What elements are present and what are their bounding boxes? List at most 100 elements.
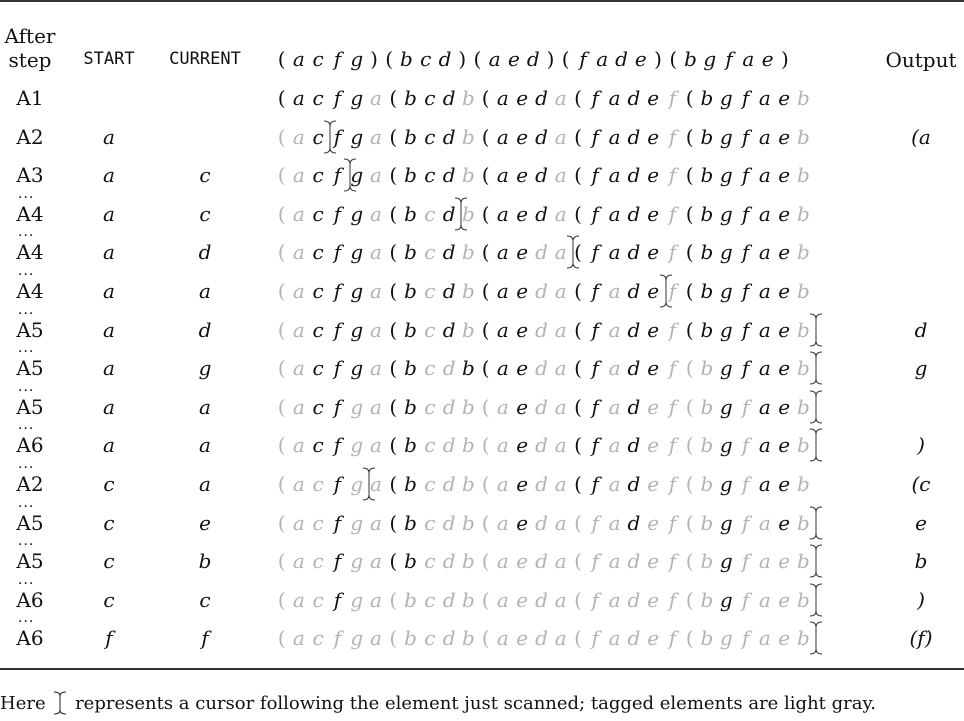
tagged-element: a: [554, 549, 567, 574]
element: b: [404, 394, 417, 419]
paren: (: [277, 124, 286, 149]
element: a: [608, 163, 621, 188]
element: d: [627, 356, 641, 381]
tagged-element: a: [292, 279, 305, 303]
element: d: [627, 86, 641, 110]
tagged-element: e: [778, 587, 791, 612]
step-cell: A5: [16, 356, 44, 381]
element: f: [333, 240, 342, 265]
element: f: [591, 163, 599, 188]
tagged-element: e: [516, 549, 529, 574]
element: c: [424, 124, 436, 149]
tagged-element: a: [554, 317, 567, 342]
element: d: [535, 86, 548, 110]
continuation-dots: ···: [18, 382, 35, 399]
tagged-element: f: [668, 240, 677, 265]
paren: (: [277, 163, 286, 188]
continuation-dots: ···: [18, 189, 35, 206]
current-cell: d: [198, 240, 212, 265]
element: a: [608, 124, 621, 149]
element: f: [333, 433, 342, 458]
tagged-element: d: [535, 240, 548, 265]
tagged-element: a: [370, 510, 382, 535]
paren: (: [277, 317, 286, 342]
tagged-element: d: [627, 626, 641, 651]
tagged-element: f: [668, 124, 677, 149]
step-cell: A6: [16, 433, 44, 458]
element: f: [591, 124, 599, 149]
output-cell: (c: [911, 472, 931, 496]
paren: (: [574, 626, 582, 651]
paren: (: [481, 433, 490, 458]
element: d: [627, 124, 641, 149]
tagged-element: a: [292, 124, 305, 149]
tagged-element: f: [668, 587, 677, 612]
start-cell: a: [103, 279, 115, 303]
tagged-element: c: [424, 472, 436, 496]
element: f: [741, 201, 750, 226]
element: e: [778, 472, 791, 496]
element: a: [496, 317, 509, 342]
tagged-element: b: [797, 201, 810, 226]
tagged-element: a: [758, 510, 771, 535]
tagged-element: a: [554, 356, 567, 381]
element: b: [404, 86, 417, 110]
element: g: [719, 356, 733, 381]
paren: (: [389, 510, 398, 535]
tagged-element: c: [424, 626, 436, 651]
paren: (: [481, 86, 490, 110]
output-cell: d: [914, 317, 928, 342]
step-cell: A2: [16, 124, 44, 149]
step-cell: A4: [16, 279, 44, 303]
element: a: [496, 86, 509, 110]
paren: (: [574, 510, 582, 535]
header-element: d: [615, 47, 628, 71]
element: g: [719, 124, 733, 149]
tagged-element: b: [461, 510, 475, 535]
tagged-element: a: [370, 394, 382, 419]
element: f: [333, 472, 342, 496]
header-element: e: [634, 47, 647, 71]
tagged-element: a: [554, 472, 567, 496]
element: g: [719, 549, 733, 574]
paren: (: [277, 394, 286, 419]
element: g: [719, 472, 733, 496]
paren: (: [389, 163, 398, 188]
paren: (: [685, 201, 694, 226]
paren: (: [685, 510, 694, 535]
header-element: b: [684, 47, 697, 71]
element: d: [627, 163, 641, 188]
paren: (: [389, 86, 398, 110]
tagged-element: a: [292, 240, 305, 265]
tagged-element: g: [350, 394, 364, 419]
tagged-element: b: [700, 587, 714, 612]
step-cell: A5: [16, 549, 44, 574]
paren: (: [389, 549, 398, 574]
tagged-element: c: [424, 279, 436, 303]
element: b: [404, 510, 417, 535]
permutation-row: (a c f g a(b c d b(a e d a(f a d e f(b g f a e b: [274, 397, 813, 421]
paren: (: [481, 626, 490, 651]
element: e: [647, 86, 660, 110]
footnote: Here represents a cursor following the e…: [0, 690, 876, 716]
cursor-icon: [809, 427, 823, 463]
paren: (: [685, 240, 694, 265]
element: d: [442, 317, 456, 342]
start-cell: a: [103, 201, 115, 226]
step-cell: A6: [16, 626, 44, 651]
element: g: [719, 240, 733, 265]
tagged-element: g: [350, 587, 364, 612]
continuation-dots: ···: [18, 460, 35, 476]
tagged-element: e: [647, 433, 660, 458]
tagged-element: d: [627, 549, 641, 574]
paren: (: [389, 201, 398, 226]
paren: (: [481, 587, 490, 612]
element: d: [442, 163, 456, 188]
element: a: [496, 124, 509, 149]
tagged-element: b: [461, 124, 475, 149]
element: b: [700, 279, 714, 303]
tagged-element: a: [370, 317, 382, 342]
tagged-element: a: [554, 201, 567, 226]
element: b: [404, 163, 417, 188]
element: a: [496, 279, 509, 303]
